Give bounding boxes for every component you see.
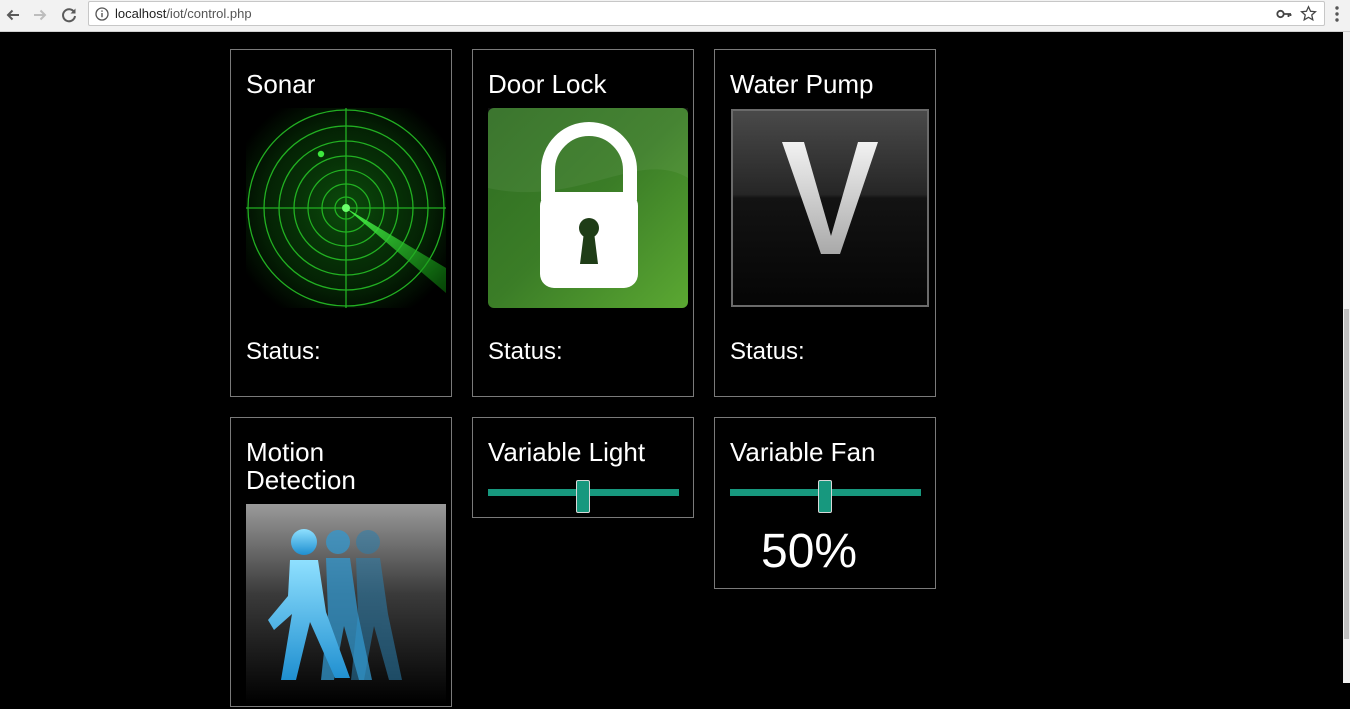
url-text: localhost/iot/control.php	[115, 6, 252, 21]
running-people-icon[interactable]	[246, 504, 446, 704]
variable-fan-card: Variable Fan 50%	[714, 417, 936, 589]
url-path: /iot/control.php	[166, 6, 252, 21]
variable-light-slider[interactable]	[488, 480, 679, 513]
sonar-card: Sonar Status:	[230, 49, 452, 397]
kebab-menu-icon[interactable]	[1335, 6, 1339, 27]
variable-fan-title: Variable Fan	[730, 437, 876, 467]
variable-light-title: Variable Light	[488, 437, 646, 467]
browser-toolbar: localhost/iot/control.php	[0, 0, 1350, 32]
variable-light-card: Variable Light	[472, 417, 694, 518]
address-bar[interactable]: localhost/iot/control.php	[88, 1, 1325, 26]
motion-title-line2: Detection	[246, 465, 356, 495]
sonar-status-label: Status:	[246, 338, 321, 365]
key-icon[interactable]	[1276, 7, 1292, 26]
url-host: localhost	[115, 6, 167, 21]
info-icon[interactable]	[95, 7, 109, 26]
variable-light-slider-thumb[interactable]	[575, 480, 590, 513]
motion-detection-card: Motion Detection	[230, 417, 452, 707]
letter-v-icon[interactable]	[730, 108, 930, 308]
door-lock-card: Door Lock Status:	[472, 49, 694, 397]
scrollbar-thumb[interactable]	[1344, 309, 1349, 639]
variable-fan-value: 50%	[761, 525, 858, 578]
radar-icon[interactable]	[246, 108, 446, 308]
variable-fan-slider[interactable]	[730, 480, 921, 513]
sonar-title: Sonar	[246, 69, 316, 99]
padlock-icon[interactable]	[488, 108, 688, 308]
water-pump-title: Water Pump	[730, 69, 874, 99]
forward-arrow-icon[interactable]	[28, 3, 52, 27]
reload-icon[interactable]	[57, 3, 81, 27]
page-scrollbar[interactable]	[1343, 32, 1350, 683]
variable-fan-slider-thumb[interactable]	[817, 480, 832, 513]
door-lock-status-label: Status:	[488, 338, 563, 365]
motion-detection-title: Motion Detection	[246, 438, 356, 494]
water-pump-status-label: Status:	[730, 338, 805, 365]
back-arrow-icon[interactable]	[1, 3, 25, 27]
motion-title-line1: Motion	[246, 437, 325, 467]
star-icon[interactable]	[1300, 5, 1317, 27]
door-lock-title: Door Lock	[488, 69, 607, 99]
water-pump-card: Water Pump Status:	[714, 49, 936, 397]
